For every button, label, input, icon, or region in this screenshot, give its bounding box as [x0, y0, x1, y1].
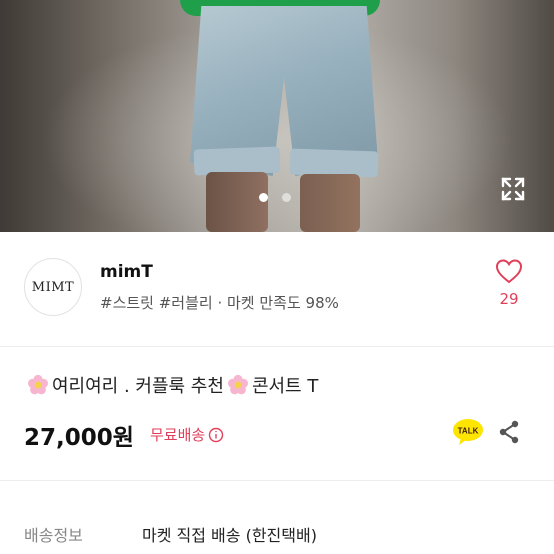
like-count: 29: [499, 290, 519, 308]
share-icon[interactable]: [497, 419, 521, 445]
seller-avatar[interactable]: MIMT: [24, 258, 82, 316]
photo-pagination: [259, 193, 291, 202]
product-title: 여리여리 . 커플룩 추천 콘서트 T: [24, 372, 318, 398]
shipping-badge[interactable]: 무료배송: [150, 424, 224, 445]
product-photo[interactable]: [0, 0, 554, 232]
pagination-dot[interactable]: [282, 193, 291, 202]
seller-logo-text: MIMT: [31, 279, 75, 295]
delivery-info-value: 마켓 직접 배송 (한진택배): [142, 526, 317, 545]
kakao-talk-icon[interactable]: TALK: [452, 418, 484, 446]
kakao-talk-label: TALK: [458, 427, 479, 436]
shipping-label: 무료배송: [150, 426, 206, 444]
product-title-part2: 콘서트 T: [251, 376, 319, 397]
flower-emoji-icon: [227, 374, 248, 395]
product-title-part1: 여리여리 . 커플룩 추천: [52, 376, 224, 397]
pagination-dot-active[interactable]: [259, 193, 268, 202]
delivery-info-label: 배송정보: [24, 526, 83, 545]
flower-emoji-icon: [28, 374, 48, 395]
seller-tags: #스트릿 #러블리 · 마켓 만족도 98%: [100, 294, 339, 312]
photo-leg-left: [206, 172, 268, 232]
divider: [0, 480, 554, 481]
product-price: 27,000원: [24, 425, 134, 451]
photo-leg-right: [300, 174, 360, 232]
heart-icon: [495, 259, 523, 284]
expand-icon[interactable]: [498, 174, 528, 204]
seller-name[interactable]: mimT: [100, 262, 153, 282]
divider: [0, 346, 554, 347]
like-button[interactable]: 29: [494, 258, 524, 312]
info-icon[interactable]: [208, 427, 224, 443]
